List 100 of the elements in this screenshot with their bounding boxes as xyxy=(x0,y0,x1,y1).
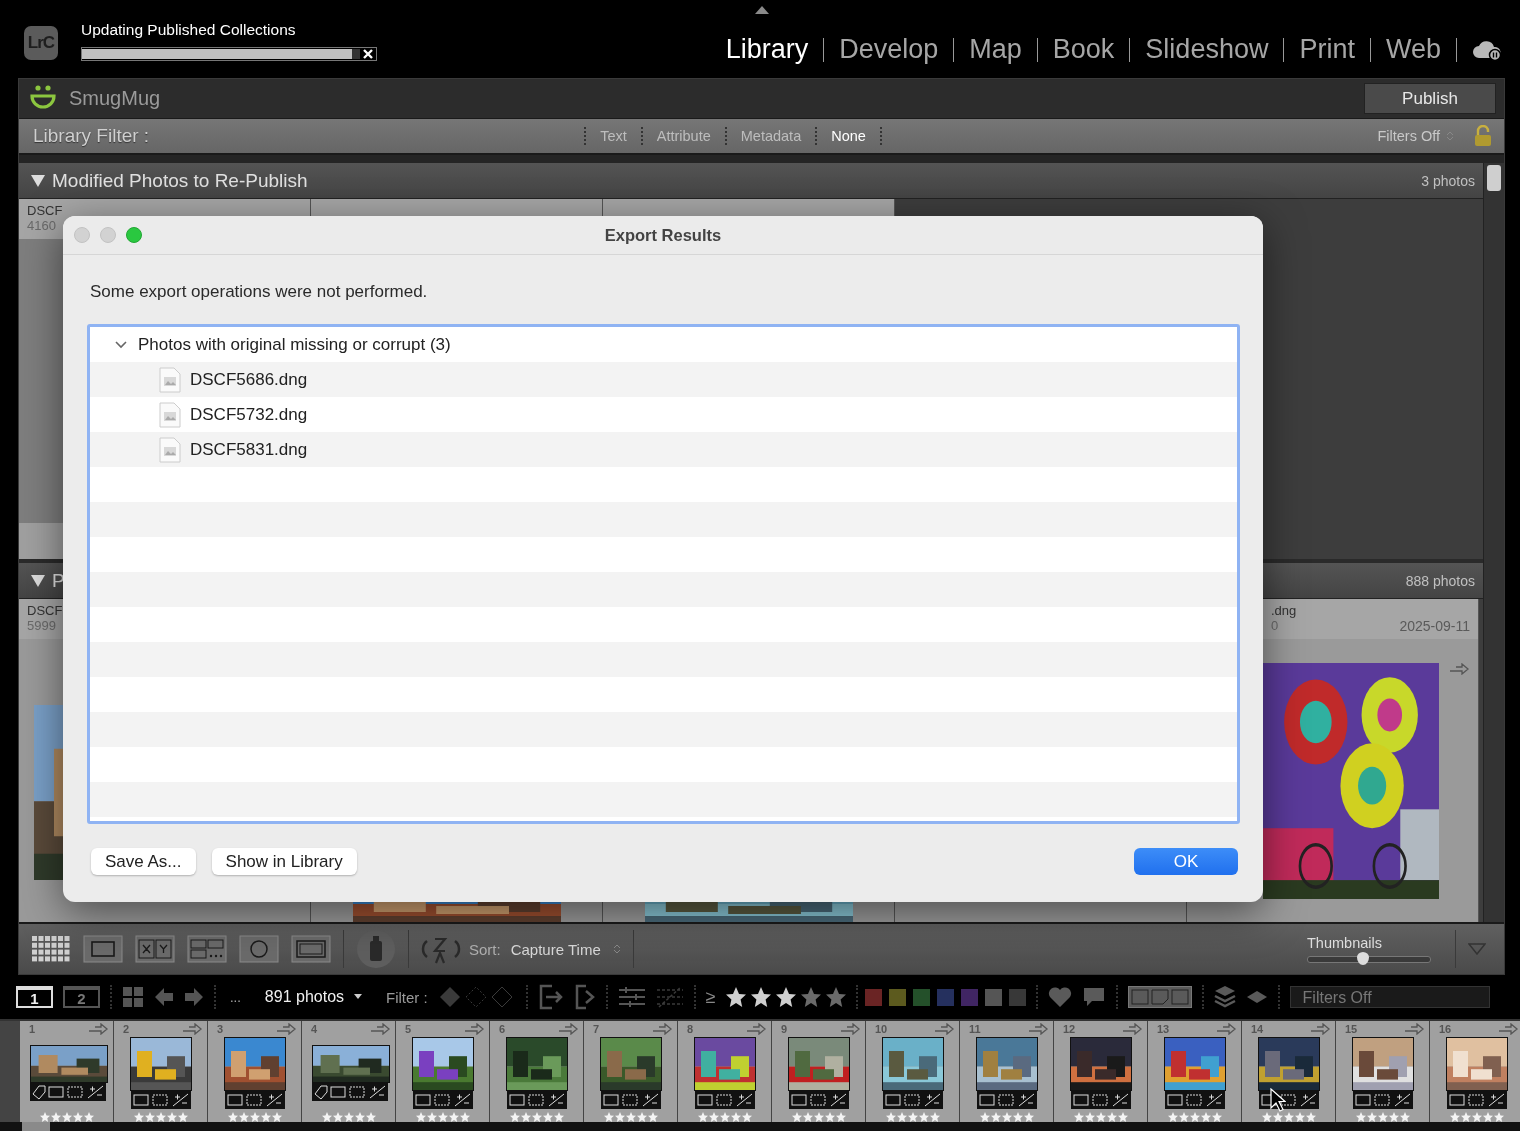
sort-dropdown[interactable]: Capture Time xyxy=(510,940,601,958)
filter-tab[interactable]: Metadata xyxy=(733,128,809,145)
module-tab[interactable]: Map xyxy=(969,34,1022,65)
results-list[interactable]: Photos with original missing or corrupt (3) DSCF5686.dng DSCF5732.dng DSCF5831.dng xyxy=(87,324,1240,824)
filmstrip-cell[interactable]: 15 xyxy=(1336,1021,1429,1122)
color-label-swatch[interactable] xyxy=(912,988,930,1006)
loupe-view-icon[interactable] xyxy=(83,935,123,964)
zoom-button[interactable] xyxy=(126,227,142,243)
filter-tab[interactable]: Attribute xyxy=(649,128,718,145)
service-name: SmugMug xyxy=(69,87,161,111)
grid-icon[interactable] xyxy=(122,986,144,1008)
slider-thumb[interactable] xyxy=(1356,952,1369,966)
view-mode-icon[interactable] xyxy=(1127,986,1192,1008)
heart-icon[interactable] xyxy=(1047,986,1072,1008)
photo-number: 14 xyxy=(1251,1023,1264,1035)
scroll-thumb[interactable] xyxy=(1487,165,1501,192)
color-label-swatch[interactable] xyxy=(960,988,978,1006)
module-tab[interactable]: Print xyxy=(1299,34,1355,65)
scroll-thumb[interactable] xyxy=(22,1122,50,1131)
filter-tab[interactable]: None xyxy=(824,128,873,145)
dialog-button[interactable]: Save As... xyxy=(91,848,196,875)
badges-drawing xyxy=(1352,1091,1413,1109)
dialog-button[interactable]: OK xyxy=(1134,848,1238,875)
collapse-icon[interactable] xyxy=(31,574,45,587)
star-icon[interactable] xyxy=(725,987,746,1007)
present-view-icon[interactable] xyxy=(291,935,331,964)
color-label-swatch[interactable] xyxy=(1008,988,1026,1006)
scrollbar[interactable] xyxy=(0,1122,1520,1131)
compare-view-icon[interactable] xyxy=(135,935,175,964)
filmstrip-cell[interactable]: 13 xyxy=(1148,1021,1241,1122)
file-name: DSCF xyxy=(27,203,64,219)
filmstrip-cell[interactable]: 12 xyxy=(1054,1021,1147,1122)
cursor-icon xyxy=(1270,1088,1286,1112)
filter-preset-field[interactable]: Filters Off xyxy=(1289,986,1490,1008)
rating-filter[interactable] xyxy=(725,987,846,1007)
sliders-off-icon[interactable] xyxy=(655,985,684,1009)
star-icon[interactable] xyxy=(750,987,771,1007)
caret-icon[interactable] xyxy=(354,994,363,1000)
breadcrumb[interactable]: ... xyxy=(230,989,241,1005)
color-label-swatch[interactable] xyxy=(984,988,1002,1006)
section-title: Modified Photos to Re-Publish xyxy=(52,169,308,192)
sliders-icon[interactable] xyxy=(617,985,646,1009)
filmstrip-cell[interactable]: 8 xyxy=(678,1021,771,1122)
dropdown-icon[interactable] xyxy=(1468,943,1486,956)
layers-icon[interactable] xyxy=(1213,985,1236,1009)
lock-icon[interactable] xyxy=(1474,125,1492,148)
survey-view-icon[interactable] xyxy=(187,935,227,964)
forward-arrow-icon[interactable] xyxy=(184,987,204,1007)
filmstrip-cell[interactable]: 5 xyxy=(396,1021,489,1122)
export-icon[interactable] xyxy=(573,983,596,1011)
group-row[interactable]: Photos with original missing or corrupt (3) xyxy=(90,327,1237,362)
module-tab[interactable]: Slideshow xyxy=(1145,34,1269,65)
filmstrip-cell[interactable]: 6 xyxy=(490,1021,583,1122)
rating-operator[interactable]: ≥ xyxy=(705,986,716,1008)
comment-icon[interactable] xyxy=(1081,986,1106,1008)
back-arrow-icon[interactable] xyxy=(154,987,174,1007)
file-row[interactable]: DSCF5732.dng xyxy=(90,397,1237,432)
collapse-icon[interactable] xyxy=(31,174,45,187)
module-tab[interactable]: Develop xyxy=(839,34,939,65)
color-label-swatch[interactable] xyxy=(864,988,882,1006)
task-title: Updating Published Collections xyxy=(81,21,297,39)
filmstrip-cell[interactable]: 16 xyxy=(1430,1021,1520,1122)
module-tab[interactable]: Web xyxy=(1385,34,1441,65)
scrollbar[interactable] xyxy=(1483,163,1504,923)
photo-number: 2 xyxy=(123,1023,130,1035)
star-icon[interactable] xyxy=(775,987,796,1007)
display-button[interactable]: 2 xyxy=(63,986,100,1008)
grid-view-icon[interactable] xyxy=(31,935,71,964)
panel-toggle-icon[interactable] xyxy=(755,6,769,14)
star-icon[interactable] xyxy=(825,987,846,1007)
section-header[interactable]: Modified Photos to Re-Publish 3 photos xyxy=(19,163,1483,200)
filmstrip-cell[interactable]: 2 xyxy=(114,1021,207,1122)
filmstrip-cell[interactable]: 4 xyxy=(302,1021,395,1122)
filmstrip-cell[interactable]: 14 xyxy=(1242,1021,1335,1122)
file-name: .dng xyxy=(1271,603,1298,619)
disclosure-icon[interactable] xyxy=(115,340,127,349)
import-icon[interactable] xyxy=(537,983,564,1011)
dialog-button[interactable]: Show in Library xyxy=(211,848,357,875)
filmstrip-cell[interactable]: 10 xyxy=(866,1021,959,1122)
photo-count: 888 photos xyxy=(1405,572,1475,589)
module-tab[interactable]: Book xyxy=(1052,34,1115,65)
cloud-icon[interactable] xyxy=(1472,38,1502,61)
filter-tab[interactable]: Text xyxy=(593,128,634,145)
photo-count[interactable]: 891 photos xyxy=(264,988,345,1006)
filmstrip-cell[interactable]: 7 xyxy=(584,1021,677,1122)
file-row[interactable]: DSCF5831.dng xyxy=(90,432,1237,467)
module-tab[interactable]: Library xyxy=(725,34,809,65)
filmstrip-cell[interactable]: 3 xyxy=(208,1021,301,1122)
star-icon[interactable] xyxy=(800,987,821,1007)
color-label-swatch[interactable] xyxy=(888,988,906,1006)
filmstrip-cell[interactable]: 1 xyxy=(20,1021,113,1122)
filmstrip-cell[interactable]: 11 xyxy=(960,1021,1053,1122)
close-icon[interactable] xyxy=(362,48,374,60)
diamond-icon[interactable] xyxy=(1245,990,1268,1004)
publish-button[interactable]: Publish xyxy=(1364,83,1496,115)
file-row[interactable]: DSCF5686.dng xyxy=(90,362,1237,397)
display-button[interactable]: 1 xyxy=(16,986,53,1008)
filmstrip-cell[interactable]: 9 xyxy=(772,1021,865,1122)
filter-preset[interactable]: Filters Off xyxy=(1377,128,1440,145)
color-label-swatch[interactable] xyxy=(936,988,954,1006)
